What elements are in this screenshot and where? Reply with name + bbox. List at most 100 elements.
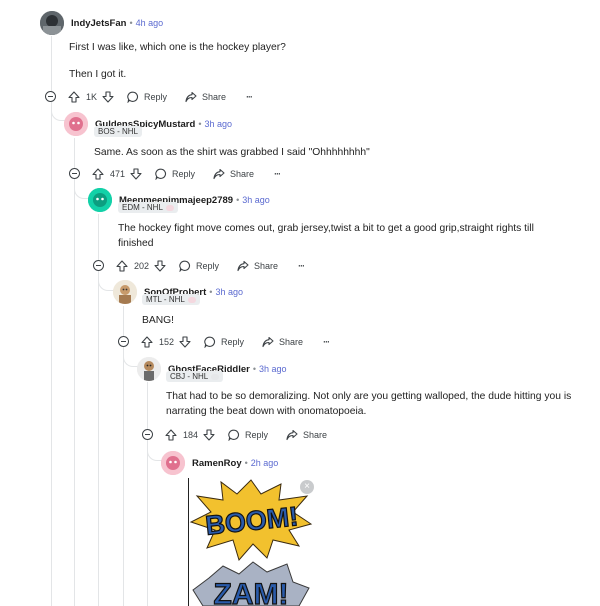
flair-emoji [187,296,196,303]
separator-dot: • [198,119,202,129]
share-icon [213,168,225,180]
vote-count: 184 [183,430,199,440]
comment-actions: 152 Reply Share ··· [141,335,330,349]
downvote-icon[interactable] [179,336,191,348]
zam-text: ZAM! [214,578,289,606]
timestamp[interactable]: 3h ago [259,364,287,374]
comment-bubble-icon [127,91,139,103]
flair-emoji [165,204,174,211]
user-flair: EDM - NHL [118,202,178,213]
thread-elbow [98,275,114,291]
comment-actions: 1K Reply Share ··· [68,90,253,104]
comment-image[interactable]: BOOM! ZAM! [188,478,313,606]
avatar[interactable] [40,11,64,35]
comment-body: The hockey fight move comes out, grab je… [118,223,534,249]
thread-line-2 [74,138,75,606]
reply-button[interactable]: Reply [228,429,268,441]
more-options-button[interactable]: ··· [323,337,330,347]
comment-body-line: Then I got it. [69,69,127,80]
more-options-button[interactable]: ··· [246,92,253,102]
reply-label: Reply [245,430,269,440]
thread-line-3 [98,214,99,606]
avatar[interactable] [88,188,112,212]
downvote-icon[interactable] [203,429,215,441]
close-icon[interactable]: × [300,480,314,494]
timestamp[interactable]: 4h ago [136,18,164,28]
comment-bubble-icon [228,429,240,441]
user-flair: BOS - NHL [94,126,143,137]
flair-text: EDM - NHL [122,203,163,212]
avatar[interactable] [137,357,161,381]
collapse-thread-button[interactable] [118,336,129,347]
share-icon [185,91,197,103]
vote-count: 1K [86,92,98,102]
user-flair: CBJ - NHL [166,371,224,382]
timestamp[interactable]: 3h ago [204,119,232,129]
share-icon [237,260,249,272]
vote-count: 202 [134,261,150,271]
comment-bubble-icon [155,168,167,180]
share-label: Share [254,261,279,271]
downvote-icon[interactable] [130,168,142,180]
flair-text: BOS - NHL [98,127,139,136]
thread-line-1 [51,36,52,606]
collapse-thread-button[interactable] [142,429,153,440]
comment-header: Meepmeepimmajeep2789 • 3h ago [88,188,270,212]
upvote-icon[interactable] [92,168,104,180]
username[interactable]: IndyJetsFan [71,18,126,29]
flair-text: CBJ - NHL [170,372,209,381]
share-button[interactable]: Share [262,336,303,348]
separator-dot: • [209,287,213,297]
separator-dot: • [236,195,240,205]
collapse-thread-button[interactable] [93,260,104,271]
share-button[interactable]: Share [213,168,254,180]
avatar[interactable] [113,280,137,304]
reply-button[interactable]: Reply [127,91,167,103]
comment-header: RamenRoy • 2h ago [161,451,278,475]
username[interactable]: RamenRoy [192,458,242,469]
collapse-thread-button[interactable] [45,91,56,102]
comment-bubble-icon [204,336,216,348]
comment-header: IndyJetsFan • 4h ago [40,11,163,35]
share-button[interactable]: Share [286,429,327,441]
comment-bubble-icon [179,260,191,272]
comment-body-line: First I was like, which one is the hocke… [69,42,286,53]
more-options-button[interactable]: ··· [298,261,305,271]
timestamp[interactable]: 2h ago [251,458,279,468]
vote-count: 471 [110,169,126,179]
reply-button[interactable]: Reply [155,168,195,180]
share-button[interactable]: Share [237,260,278,272]
downvote-icon[interactable] [154,260,166,272]
comment-header: GuldensSpicyMustard • 3h ago [64,112,232,136]
reply-button[interactable]: Reply [204,336,244,348]
avatar[interactable] [161,451,185,475]
comment-actions: 184 Reply Share [165,428,327,442]
comment-actions: 202 Reply Share ··· [116,259,305,273]
reply-button[interactable]: Reply [179,260,219,272]
timestamp[interactable]: 3h ago [242,195,270,205]
vote-count: 152 [159,337,175,347]
reply-label: Reply [221,337,245,347]
share-icon [286,429,298,441]
reply-label: Reply [172,169,196,179]
upvote-icon[interactable] [165,429,177,441]
downvote-icon[interactable] [102,91,114,103]
collapse-thread-button[interactable] [69,168,80,179]
share-label: Share [230,169,255,179]
separator-dot: • [129,18,133,28]
separator-dot: • [252,364,256,374]
share-label: Share [303,430,328,440]
upvote-icon[interactable] [141,336,153,348]
reply-label: Reply [144,92,168,102]
comment-body: That had to be so demoralizing. Not only… [166,391,572,417]
comment-body-line: Same. As soon as the shirt was grabbed I… [94,147,370,158]
share-button[interactable]: Share [185,91,226,103]
upvote-icon[interactable] [116,260,128,272]
upvote-icon[interactable] [68,91,80,103]
avatar[interactable] [64,112,88,136]
share-label: Share [202,92,227,102]
timestamp[interactable]: 3h ago [215,287,243,297]
more-options-button[interactable]: ··· [274,169,281,179]
share-icon [262,336,274,348]
thread-line-5 [147,382,148,606]
